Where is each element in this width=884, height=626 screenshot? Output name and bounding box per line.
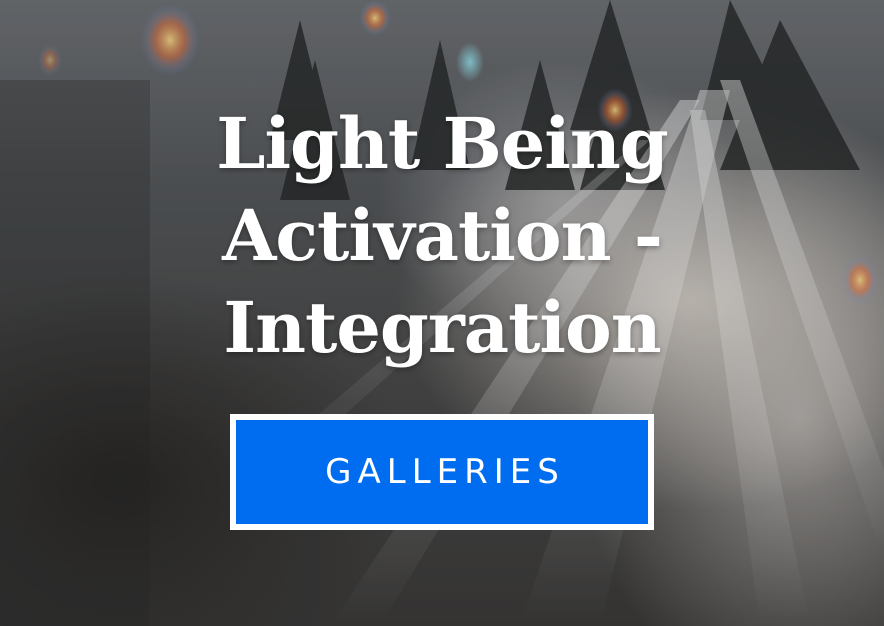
hero-title: Light Being Activation - Integration (150, 98, 734, 374)
galleries-button-label: GALLERIES (325, 452, 565, 492)
galleries-button[interactable]: GALLERIES (230, 414, 654, 530)
hero-title-line: Activation - (222, 194, 663, 277)
hero-section: Light Being Activation - Integration GAL… (0, 0, 884, 626)
hero-title-line: Integration (223, 286, 661, 369)
hero-title-line: Light Being (216, 102, 669, 185)
